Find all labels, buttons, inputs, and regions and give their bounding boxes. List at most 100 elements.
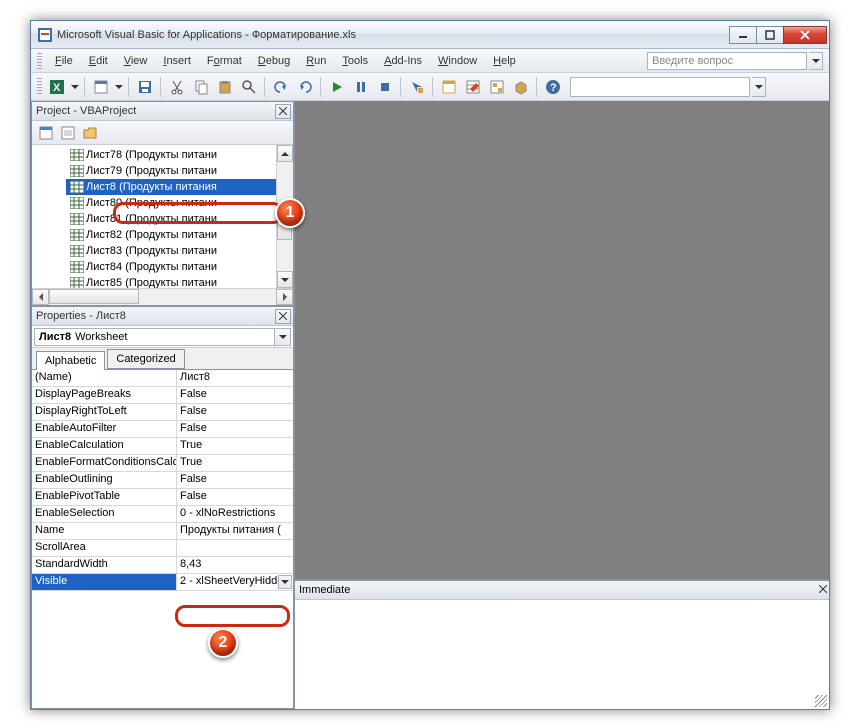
tree-item[interactable]: Лист84 (Продукты питани xyxy=(66,259,293,275)
property-value[interactable]: False xyxy=(177,489,293,505)
property-row[interactable]: StandardWidth8,43 xyxy=(32,557,293,574)
save-button[interactable] xyxy=(134,76,156,98)
property-value[interactable]: 2 - xlSheetVeryHidden xyxy=(177,574,293,590)
property-value[interactable]: 0 - xlNoRestrictions xyxy=(177,506,293,522)
svg-text:?: ? xyxy=(550,82,557,94)
titlebar: Microsoft Visual Basic for Applications … xyxy=(31,21,829,49)
property-value[interactable]: Лист8 xyxy=(177,370,293,386)
tab-alphabetic[interactable]: Alphabetic xyxy=(36,351,105,370)
tree-item[interactable]: Лист82 (Продукты питани xyxy=(66,227,293,243)
paste-button[interactable] xyxy=(214,76,236,98)
menu-insert[interactable]: Insert xyxy=(156,52,198,70)
property-row[interactable]: ScrollArea xyxy=(32,540,293,557)
view-object-button[interactable] xyxy=(58,123,78,143)
minimize-button[interactable] xyxy=(729,26,757,44)
menu-run[interactable]: Run xyxy=(299,52,333,70)
property-value[interactable]: 8,43 xyxy=(177,557,293,573)
properties-object-selector[interactable]: Лист8Worksheet xyxy=(34,328,275,346)
properties-panel-close[interactable] xyxy=(275,309,291,324)
property-value[interactable]: False xyxy=(177,472,293,488)
menu-file[interactable]: File xyxy=(48,52,80,70)
reset-button[interactable] xyxy=(374,76,396,98)
cut-button[interactable] xyxy=(166,76,188,98)
property-value[interactable]: False xyxy=(177,421,293,437)
property-value[interactable]: False xyxy=(177,404,293,420)
menu-edit[interactable]: Edit xyxy=(82,52,115,70)
property-row[interactable]: EnableFormatConditionsCalculationTrue xyxy=(32,455,293,472)
tree-item[interactable]: Лист8 (Продукты питания xyxy=(66,179,293,195)
property-row[interactable]: Visible2 - xlSheetVeryHidden xyxy=(32,574,293,591)
menu-format[interactable]: Format xyxy=(200,52,249,70)
property-row[interactable]: EnableOutliningFalse xyxy=(32,472,293,489)
maximize-button[interactable] xyxy=(756,26,784,44)
project-tree[interactable]: Лист78 (Продукты питаниЛист79 (Продукты … xyxy=(32,145,293,288)
project-explorer-button[interactable] xyxy=(438,76,460,98)
copy-button[interactable] xyxy=(190,76,212,98)
property-value[interactable]: True xyxy=(177,455,293,471)
property-row[interactable]: NameПродукты питания ( xyxy=(32,523,293,540)
view-code-button[interactable] xyxy=(36,123,56,143)
property-value[interactable]: True xyxy=(177,438,293,454)
property-row[interactable]: DisplayPageBreaksFalse xyxy=(32,387,293,404)
menu-help[interactable]: Help xyxy=(486,52,523,70)
break-button[interactable] xyxy=(350,76,372,98)
tree-item[interactable]: Лист79 (Продукты питани xyxy=(66,163,293,179)
property-value[interactable]: Продукты питания ( xyxy=(177,523,293,539)
app-icon xyxy=(37,27,53,43)
properties-grid[interactable]: (Name)Лист8DisplayPageBreaksFalseDisplay… xyxy=(32,370,293,708)
property-row[interactable]: EnableSelection0 - xlNoRestrictions xyxy=(32,506,293,523)
property-row[interactable]: EnablePivotTableFalse xyxy=(32,489,293,506)
insert-button[interactable] xyxy=(90,76,112,98)
design-mode-button[interactable] xyxy=(406,76,428,98)
property-row[interactable]: DisplayRightToLeftFalse xyxy=(32,404,293,421)
property-row[interactable]: EnableAutoFilterFalse xyxy=(32,421,293,438)
menu-tools[interactable]: Tools xyxy=(335,52,375,70)
immediate-body[interactable] xyxy=(295,600,829,709)
property-row[interactable]: (Name)Лист8 xyxy=(32,370,293,387)
property-dropdown-arrow[interactable] xyxy=(278,575,292,589)
toolbar-search-dropdown[interactable] xyxy=(752,77,766,97)
ask-question-dropdown[interactable] xyxy=(809,52,823,70)
view-excel-dropdown[interactable] xyxy=(70,85,80,89)
properties-button[interactable] xyxy=(462,76,484,98)
menu-window[interactable]: Window xyxy=(431,52,484,70)
property-name: EnableSelection xyxy=(32,506,177,522)
toggle-folders-button[interactable] xyxy=(80,123,100,143)
properties-object-dropdown[interactable] xyxy=(275,328,291,346)
tree-item[interactable]: Лист78 (Продукты питани xyxy=(66,147,293,163)
project-panel-close[interactable] xyxy=(275,104,291,119)
property-name: EnablePivotTable xyxy=(32,489,177,505)
toolbar-searchbox[interactable] xyxy=(570,77,750,97)
tab-categorized[interactable]: Categorized xyxy=(107,349,184,369)
tree-item[interactable]: Лист85 (Продукты питани xyxy=(66,275,293,288)
toolbox-button[interactable] xyxy=(510,76,532,98)
property-row[interactable]: EnableCalculationTrue xyxy=(32,438,293,455)
tree-item[interactable]: Лист83 (Продукты питани xyxy=(66,243,293,259)
redo-button[interactable] xyxy=(294,76,316,98)
object-browser-button[interactable] xyxy=(486,76,508,98)
tree-item[interactable]: Лист81 (Продукты питани xyxy=(66,211,293,227)
close-button[interactable] xyxy=(783,26,827,44)
tree-item-label: Лист8 (Продукты питания xyxy=(86,181,217,193)
worksheet-icon xyxy=(70,229,84,241)
ask-question-box[interactable]: Введите вопрос xyxy=(647,52,807,70)
immediate-window: Immediate xyxy=(295,579,829,709)
help-button[interactable]: ? xyxy=(542,76,564,98)
tree-item[interactable]: Лист80 (Продукты питани xyxy=(66,195,293,211)
immediate-close[interactable] xyxy=(819,584,827,596)
property-value[interactable]: False xyxy=(177,387,293,403)
resize-grip[interactable] xyxy=(815,695,827,707)
property-value[interactable] xyxy=(177,540,293,556)
menubar-grip[interactable] xyxy=(37,53,42,69)
tree-scrollbar-h[interactable] xyxy=(32,288,293,305)
find-button[interactable] xyxy=(238,76,260,98)
undo-button[interactable] xyxy=(270,76,292,98)
insert-dropdown[interactable] xyxy=(114,85,124,89)
menu-addins[interactable]: Add-Ins xyxy=(377,52,429,70)
property-name: EnableCalculation xyxy=(32,438,177,454)
run-button[interactable] xyxy=(326,76,348,98)
menu-view[interactable]: View xyxy=(117,52,155,70)
menu-debug[interactable]: Debug xyxy=(251,52,297,70)
view-excel-button[interactable]: X xyxy=(46,76,68,98)
toolbar-grip[interactable] xyxy=(37,78,42,96)
